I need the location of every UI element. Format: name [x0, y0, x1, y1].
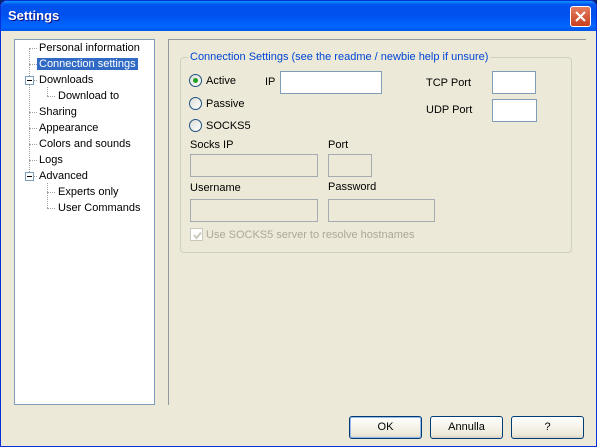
passive-radio[interactable]: [189, 97, 202, 110]
tree-item-personal-information[interactable]: Personal information: [37, 41, 142, 56]
tree-item-advanced[interactable]: Advanced: [37, 169, 90, 184]
username-field[interactable]: [190, 199, 318, 222]
active-radio-label[interactable]: Active: [206, 75, 236, 87]
close-icon: [575, 11, 586, 22]
tcp-port-label: TCP Port: [426, 77, 472, 89]
tcp-port-field[interactable]: [492, 71, 536, 94]
passive-radio-label[interactable]: Passive: [206, 98, 245, 110]
title-bar: Settings: [1, 1, 596, 31]
settings-window: Settings Personal information Connection…: [0, 0, 597, 447]
tree-item-downloads[interactable]: Downloads: [37, 73, 95, 88]
port-label: Port: [328, 139, 349, 151]
udp-port-label: UDP Port: [426, 104, 473, 116]
tree-item-download-to[interactable]: Download to: [56, 89, 121, 104]
tree-item-connection-settings[interactable]: Connection settings: [37, 57, 138, 72]
tree-item-user-commands[interactable]: User Commands: [56, 201, 143, 216]
tree-item-logs[interactable]: Logs: [37, 153, 65, 168]
active-radio[interactable]: [189, 74, 202, 87]
dialog-client: Personal information Connection settings…: [4, 31, 593, 444]
resolve-hostnames-label: Use SOCKS5 server to resolve hostnames: [206, 229, 415, 241]
udp-port-field[interactable]: [492, 99, 537, 122]
resolve-hostnames-checkbox[interactable]: [190, 228, 203, 241]
password-label: Password: [328, 181, 377, 193]
tree-item-colors-and-sounds[interactable]: Colors and sounds: [37, 137, 133, 152]
checkmark-icon: [193, 231, 202, 240]
tree-item-appearance[interactable]: Appearance: [37, 121, 100, 136]
ip-label: IP: [265, 76, 276, 88]
socks5-radio[interactable]: [189, 119, 202, 132]
tree-item-experts-only[interactable]: Experts only: [56, 185, 121, 200]
socks-ip-field[interactable]: [190, 154, 318, 177]
ip-field[interactable]: [280, 71, 382, 94]
username-label: Username: [190, 182, 241, 194]
socks-port-field[interactable]: [328, 154, 372, 177]
advanced-collapse-icon[interactable]: [25, 172, 34, 181]
downloads-collapse-icon[interactable]: [25, 76, 34, 85]
window-title: Settings: [8, 8, 60, 23]
ok-button[interactable]: OK: [349, 416, 422, 439]
close-button[interactable]: [570, 6, 591, 27]
settings-tree[interactable]: Personal information Connection settings…: [14, 39, 155, 405]
password-field[interactable]: [328, 199, 435, 222]
tree-item-sharing[interactable]: Sharing: [37, 105, 79, 120]
connection-settings-group-title: Connection Settings (see the readme / ne…: [188, 51, 491, 63]
help-button[interactable]: ?: [511, 416, 584, 439]
socks-ip-label: Socks IP: [190, 139, 234, 151]
socks5-radio-label[interactable]: SOCKS5: [206, 120, 251, 132]
cancel-button[interactable]: Annulla: [430, 416, 503, 439]
